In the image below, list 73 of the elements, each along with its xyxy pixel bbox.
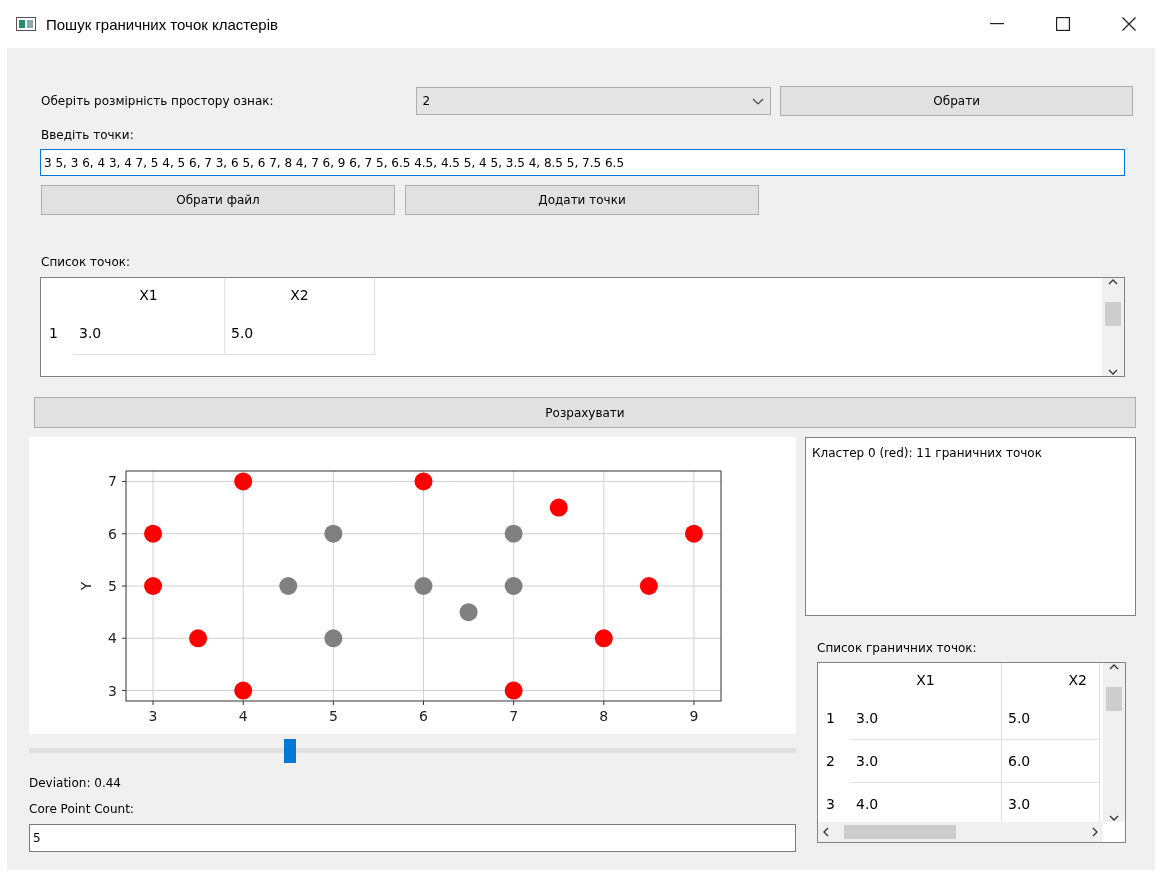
tick-mark <box>423 700 424 706</box>
table-cell: 3.0 <box>73 312 225 355</box>
tick-mark <box>121 480 127 482</box>
scrollbar-thumb[interactable] <box>1106 687 1122 711</box>
tick-mark <box>121 637 127 639</box>
scrollbar[interactable] <box>818 822 1103 842</box>
tick-label: 6 <box>108 525 117 542</box>
field-label: Оберіть розмірність простору ознак: <box>40 94 275 108</box>
chevron-icon <box>752 97 765 105</box>
row-header: 2 <box>825 752 836 771</box>
table-cell: 3.0 <box>850 697 1002 740</box>
section-label: Список граничних точок: <box>817 641 978 655</box>
tick-label: 4 <box>238 708 248 724</box>
scroll-up-icon[interactable] <box>1108 278 1118 286</box>
tick-label: 7 <box>108 473 117 490</box>
column-header: X2 <box>1002 663 1100 697</box>
scrollbar[interactable] <box>1103 663 1125 822</box>
app-icon <box>16 17 36 31</box>
column-header: X1 <box>73 278 225 312</box>
tick-label: 9 <box>689 708 699 724</box>
tick-label: 5 <box>108 578 117 594</box>
table-cell: 5.0 <box>1002 697 1100 740</box>
deviation-reading: Deviation: 0.44 <box>29 776 122 790</box>
tick-label: 5 <box>328 708 338 724</box>
scrollbar-thumb[interactable] <box>1105 302 1121 326</box>
section-label: Список точок: <box>41 255 132 269</box>
field-label: Введіть точки: <box>41 128 135 142</box>
table-cell: 6.0 <box>1002 740 1100 783</box>
add-points-button[interactable]: Додати точки <box>405 185 759 215</box>
scroll-up-icon[interactable] <box>1109 663 1119 671</box>
tick-label: 3 <box>108 682 117 699</box>
row-header: 1 <box>48 324 59 343</box>
table-cell: 5.0 <box>225 312 375 355</box>
scroll-down-icon[interactable] <box>1109 814 1119 822</box>
maximize-icon <box>1056 17 1070 31</box>
tick-label: 8 <box>599 708 609 724</box>
select-button[interactable]: Обрати <box>780 86 1133 116</box>
row-header: 3 <box>825 795 836 814</box>
tick-mark <box>121 690 127 692</box>
scroll-down-icon[interactable] <box>1108 368 1118 376</box>
minimize-icon <box>990 23 1004 25</box>
scrollbar[interactable] <box>1102 278 1124 376</box>
core-point-count-field[interactable]: 5 <box>29 824 796 852</box>
tick-label: 7 <box>509 708 519 724</box>
tick-mark <box>121 533 127 535</box>
tick-mark <box>513 700 515 706</box>
calculate-button[interactable]: Розрахувати <box>34 397 1136 428</box>
tick-mark <box>332 700 334 706</box>
tick-mark <box>242 700 244 706</box>
tick-label: 4 <box>108 630 117 647</box>
tick-mark <box>693 700 695 706</box>
slider-thumb[interactable] <box>283 739 296 763</box>
row-header: 1 <box>825 709 836 728</box>
scroll-right-icon[interactable] <box>1091 827 1099 837</box>
axis-label: Y <box>78 581 94 591</box>
choose-file-button[interactable]: Обрати файл <box>41 185 395 215</box>
window-title: Пошук граничних точок кластерів <box>46 15 279 33</box>
table-cell: 3.0 <box>850 740 1002 783</box>
slider-track[interactable] <box>29 748 796 753</box>
close-icon <box>1122 17 1136 31</box>
scroll-left-icon[interactable] <box>822 827 830 837</box>
column-header: X2 <box>225 278 375 312</box>
result-text: Кластер 0 (red): 11 граничних точок <box>812 446 1042 460</box>
tick-mark <box>603 700 605 706</box>
tick-label: 6 <box>419 708 428 724</box>
tick-mark <box>121 585 127 587</box>
column-header: X1 <box>850 663 1002 697</box>
points-field[interactable]: 3 5, 3 6, 4 3, 4 7, 5 4, 5 6, 7 3, 6 5, 6 7, 8 4, 7 6, 9 6, 7 5, 6.5 4.5, 4.5 5, 4 5, 3.5 4, 8.5 5, 7.5 6.5 <box>40 149 1125 176</box>
tick-label: 3 <box>148 708 158 724</box>
dimension-dropdown[interactable]: 2 <box>415 87 772 115</box>
tick-mark <box>152 700 154 706</box>
field-label: Core Point Count: <box>29 802 135 816</box>
scrollbar-thumb[interactable] <box>844 825 956 839</box>
